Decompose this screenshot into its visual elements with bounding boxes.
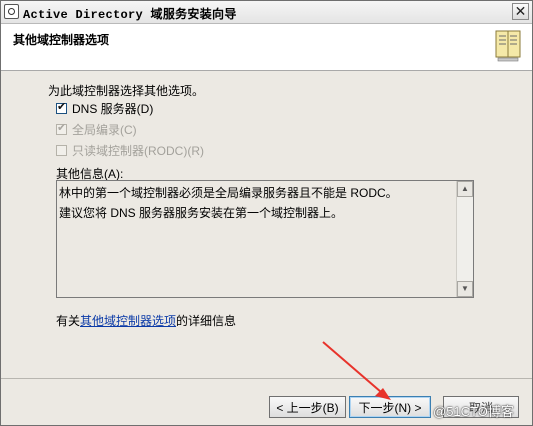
wizard-content: 为此域控制器选择其他选项。 ✔ DNS 服务器(D) ✔ 全局编录(C) 只读域… [1, 71, 532, 377]
title-bar[interactable]: Active Directory 域服务安装向导 ✕ [1, 1, 532, 24]
dns-server-label[interactable]: DNS 服务器(D) [72, 100, 153, 117]
intro-text: 为此域控制器选择其他选项。 [48, 84, 205, 98]
rodc-label: 只读域控制器(RODC)(R) [72, 143, 204, 158]
wizard-window: Active Directory 域服务安装向导 ✕ 其他域控制器选项 为此域控… [0, 0, 533, 426]
app-icon [4, 4, 19, 19]
book-icon [495, 30, 521, 62]
page-title: 其他域控制器选项 [13, 33, 110, 47]
scroll-up-icon[interactable]: ▲ [457, 181, 473, 197]
more-info-suffix: 的详细信息 [176, 314, 237, 328]
dns-checkbox-box[interactable]: ✔ [56, 100, 67, 114]
scroll-down-icon[interactable]: ▼ [457, 281, 473, 297]
vertical-scrollbar[interactable]: ▲ ▼ [456, 181, 473, 297]
info-line-1: 林中的第一个域控制器必须是全局编录服务器且不能是 RODC。 [59, 186, 398, 200]
dns-server-checkbox[interactable]: ✔ DNS 服务器(D) [56, 100, 153, 116]
watermark: @51CTO博客 [433, 404, 514, 419]
check-icon: ✔ [57, 121, 67, 134]
rodc-checkbox: 只读域控制器(RODC)(R) [56, 142, 204, 158]
wizard-header: 其他域控制器选项 [1, 24, 532, 71]
more-info-line: 有关其他域控制器选项的详细信息 [56, 312, 236, 329]
footer-divider [1, 378, 532, 379]
more-info-prefix: 有关 [56, 314, 81, 328]
rodc-checkbox-box [56, 144, 67, 156]
check-icon: ✔ [57, 100, 67, 113]
global-catalog-checkbox-box: ✔ [56, 121, 67, 135]
window-title: Active Directory 域服务安装向导 [23, 8, 237, 22]
info-text: 林中的第一个域控制器必须是全局编录服务器且不能是 RODC。 建议您将 DNS … [59, 183, 454, 223]
more-info-link[interactable]: 其他域控制器选项 [80, 314, 176, 328]
global-catalog-label: 全局编录(C) [72, 122, 137, 137]
info-line-2: 建议您将 DNS 服务器服务安装在第一个域控制器上。 [59, 206, 344, 220]
global-catalog-checkbox: ✔ 全局编录(C) [56, 121, 137, 137]
additional-info-textbox[interactable]: 林中的第一个域控制器必须是全局编录服务器且不能是 RODC。 建议您将 DNS … [56, 180, 474, 298]
close-button[interactable]: ✕ [512, 3, 529, 20]
annotation-arrow-icon [322, 341, 391, 400]
